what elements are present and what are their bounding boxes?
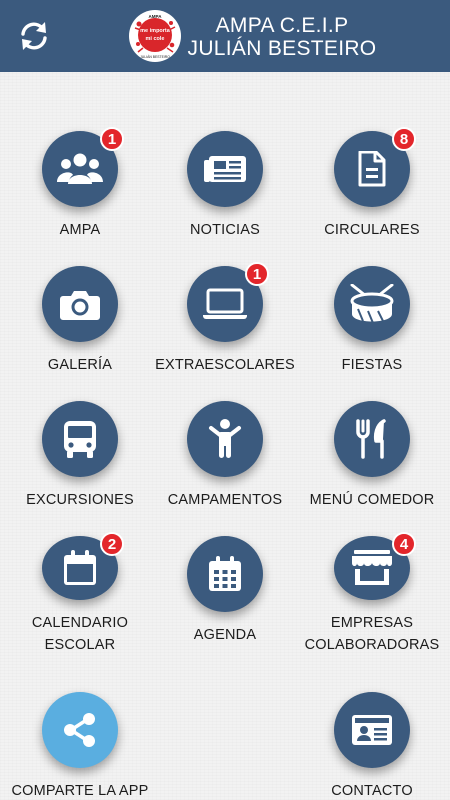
document-icon [358, 151, 386, 187]
svg-text:mi cole: mi cole [146, 36, 165, 42]
menu-label: EXCURSIONES [26, 492, 134, 508]
menu-label: AGENDA [193, 627, 257, 643]
menu-label: EXTRAESCOLARES [155, 357, 295, 373]
refresh-icon [17, 19, 51, 53]
menu-label: CONTACTO [331, 783, 413, 799]
menu-item-galeria[interactable]: GALERÍA [5, 266, 155, 386]
notification-badge: 1 [100, 127, 124, 151]
menu-label: CALENDARIO ESCOLAR [31, 615, 129, 653]
calendar-grid-icon [208, 556, 242, 592]
menu-item-empresas-colaboradoras[interactable]: 4 EMPRESAS COLABORADORAS [297, 532, 447, 656]
menu-item-contacto[interactable]: CONTACTO [297, 692, 447, 800]
bus-icon [62, 420, 98, 458]
drum-icon [348, 284, 396, 324]
title-line-1: AMPA C.E.I.P [215, 14, 349, 37]
menu-label: FIESTAS [341, 357, 403, 373]
menu-item-circulares[interactable]: 8 CIRCULARES [297, 127, 447, 251]
contact-card-icon [351, 714, 393, 746]
notification-badge: 1 [245, 262, 269, 286]
menu-label: GALERÍA [47, 357, 113, 373]
menu-item-fiestas[interactable]: FIESTAS [297, 266, 447, 386]
notification-badge: 2 [100, 532, 124, 556]
camera-icon [60, 288, 100, 320]
calendar-icon [63, 550, 97, 586]
app-title: AMPA C.E.I.P JULIÁN BESTEIRO [182, 14, 382, 60]
menu-item-extraescolares[interactable]: 1 EXTRAESCOLARES [150, 262, 300, 386]
menu-item-menu-comedor[interactable]: MENÚ COMEDOR [297, 401, 447, 521]
menu-label: EMPRESAS COLABORADORAS [304, 615, 440, 653]
laptop-icon [202, 288, 248, 320]
menu-label: CIRCULARES [324, 222, 420, 238]
menu-label: CAMPAMENTOS [167, 492, 283, 508]
store-icon [350, 550, 394, 586]
title-line-2: JULIÁN BESTEIRO [187, 37, 377, 60]
menu-item-campamentos[interactable]: CAMPAMENTOS [150, 401, 300, 521]
notification-badge: 8 [392, 127, 416, 151]
logo-bottom-text: JULIÁN BESTEIRO [140, 55, 170, 59]
menu-label: COMPARTE LA APP [11, 783, 149, 799]
menu-item-ampa[interactable]: 1 AMPA [5, 127, 155, 251]
menu-item-calendario-escolar[interactable]: 2 CALENDARIO ESCOLAR [5, 532, 155, 656]
menu-item-excursiones[interactable]: EXCURSIONES [5, 401, 155, 521]
group-icon [57, 152, 103, 186]
menu-label: NOTICIAS [189, 222, 261, 238]
menu-item-agenda[interactable]: AGENDA [150, 536, 300, 656]
menu-label: AMPA [59, 222, 101, 238]
newspaper-icon [204, 154, 246, 184]
menu-item-noticias[interactable]: NOTICIAS [150, 131, 300, 251]
app-header: AMPA me importa mi cole JULIÁN BESTEIRO … [0, 0, 450, 72]
menu-item-comparte-la-app[interactable]: COMPARTE LA APP [5, 692, 155, 800]
share-icon [62, 712, 98, 748]
child-icon [208, 419, 242, 459]
logo-top-text: AMPA [149, 14, 163, 19]
refresh-button[interactable] [14, 16, 54, 56]
menu-label: MENÚ COMEDOR [309, 492, 435, 508]
notification-badge: 4 [392, 532, 416, 556]
svg-text:me importa: me importa [140, 28, 171, 34]
utensils-icon [356, 419, 388, 459]
ampa-logo: AMPA me importa mi cole JULIÁN BESTEIRO [129, 10, 181, 62]
